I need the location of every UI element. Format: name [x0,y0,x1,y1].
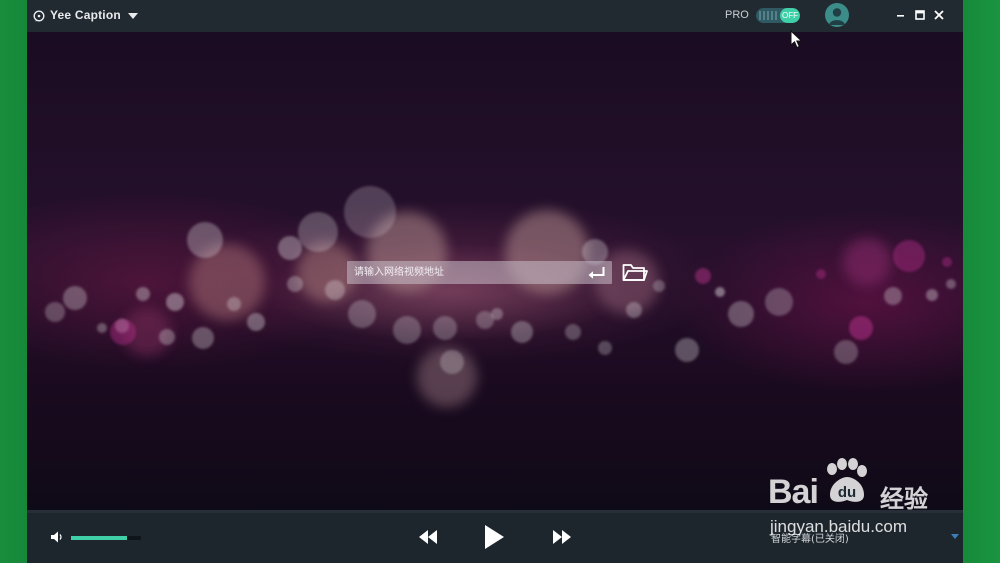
app-window: Yee Caption PRO OFF 请输入网络视频地址 智能字幕(已关闭) [27,0,963,563]
pro-label: PRO [725,9,749,21]
volume-slider[interactable] [71,536,141,540]
pro-toggle[interactable]: OFF [756,8,800,23]
avatar[interactable] [825,3,849,27]
maximize-icon[interactable] [913,8,927,22]
desktop-background-left [0,0,27,563]
desktop-background-right [963,0,1000,563]
rewind-icon[interactable] [417,529,439,545]
toggle-grip [759,11,777,20]
app-title: Yee Caption [50,8,121,22]
avatar-icon [829,8,845,25]
caption-dropdown-icon[interactable] [951,534,959,540]
folder-open-icon[interactable] [622,262,648,282]
logo-icon [33,10,45,22]
close-icon[interactable] [932,8,946,22]
mouse-cursor-icon [790,30,803,49]
url-input-container [347,261,612,284]
volume-slider-fill [71,536,127,540]
play-icon[interactable] [483,524,505,550]
enter-icon[interactable] [587,265,607,280]
video-url-input[interactable] [347,261,584,284]
control-bar-divider [27,510,963,513]
fast-forward-icon[interactable] [551,529,573,545]
title-bar[interactable]: Yee Caption PRO OFF [27,0,963,32]
smart-caption-status[interactable]: 智能字幕(已关闭) [771,530,849,545]
player-control-bar: 智能字幕(已关闭) [27,510,963,563]
minimize-icon[interactable] [894,8,908,22]
volume-icon[interactable] [50,530,64,544]
chevron-down-icon[interactable] [128,13,138,20]
video-stage[interactable] [27,32,963,510]
toggle-knob: OFF [780,8,800,23]
